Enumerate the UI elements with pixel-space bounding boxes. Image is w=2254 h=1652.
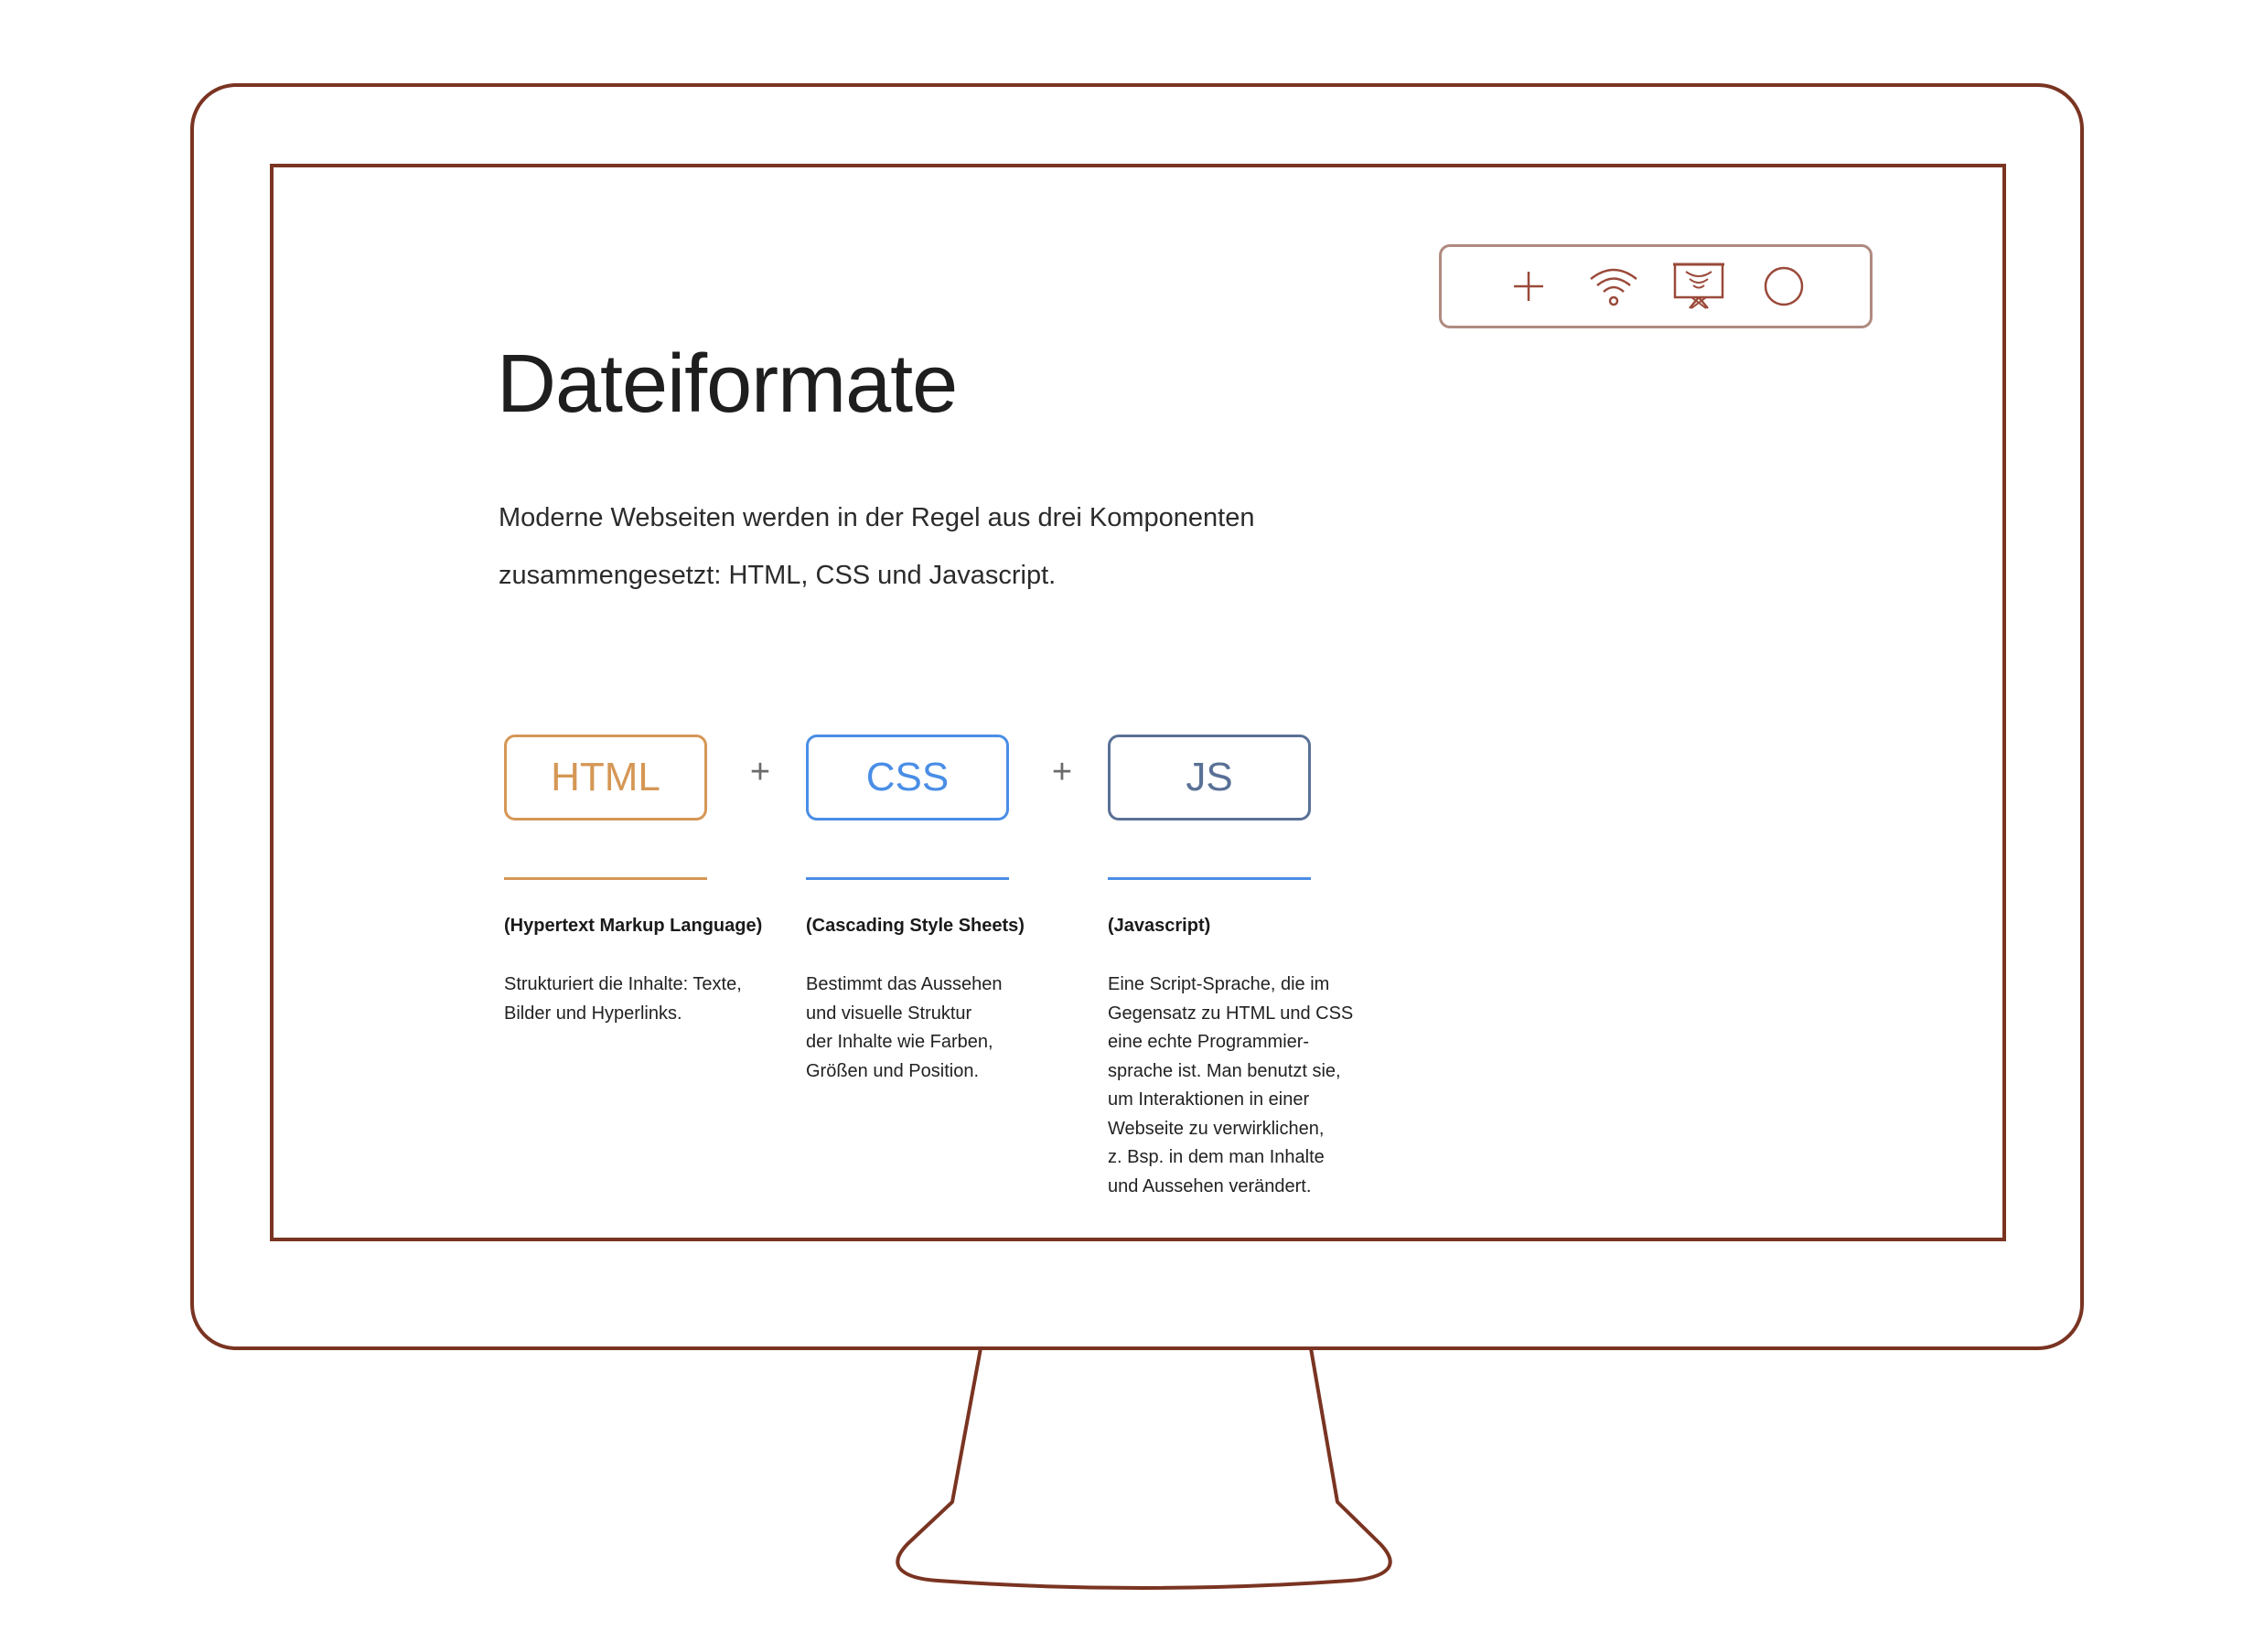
css-label: CSS xyxy=(865,755,950,799)
js-full-name: (Javascript) xyxy=(1108,916,1211,936)
intro-text: Moderne Webseiten werden in der Regel au… xyxy=(499,503,1255,590)
js-box[interactable]: JS xyxy=(1108,735,1311,821)
css-underline xyxy=(806,877,1009,880)
plus-operator-2: + xyxy=(1051,753,1073,791)
js-underline xyxy=(1108,877,1311,880)
presentation-icon[interactable] xyxy=(1671,259,1726,314)
wifi-icon[interactable] xyxy=(1586,259,1641,314)
circle-icon[interactable] xyxy=(1756,259,1811,314)
html-label: HTML xyxy=(551,755,660,799)
monitor-screen: Dateiformate Moderne Webseiten werden in… xyxy=(274,167,2002,1238)
css-box[interactable]: CSS xyxy=(806,735,1009,821)
html-full-name: (Hypertext Markup Language) xyxy=(504,916,763,936)
plus-operator-1: + xyxy=(749,753,771,791)
js-description: Eine Script-Sprache, die im Gegensatz zu… xyxy=(1108,974,1354,1196)
monitor-stand xyxy=(896,1347,1392,1590)
css-description: Bestimmt das Aussehen und visuelle Struk… xyxy=(806,974,1003,1081)
html-box[interactable]: HTML xyxy=(504,735,707,821)
page-title: Dateiformate xyxy=(497,338,958,430)
html-description: Strukturiert die Inhalte: Texte, Bilder … xyxy=(504,974,742,1024)
plus-icon[interactable] xyxy=(1501,259,1556,314)
html-underline xyxy=(504,877,707,880)
css-full-name: (Cascading Style Sheets) xyxy=(806,916,1025,936)
toolbar xyxy=(1439,244,1873,328)
js-label: JS xyxy=(1186,755,1233,799)
